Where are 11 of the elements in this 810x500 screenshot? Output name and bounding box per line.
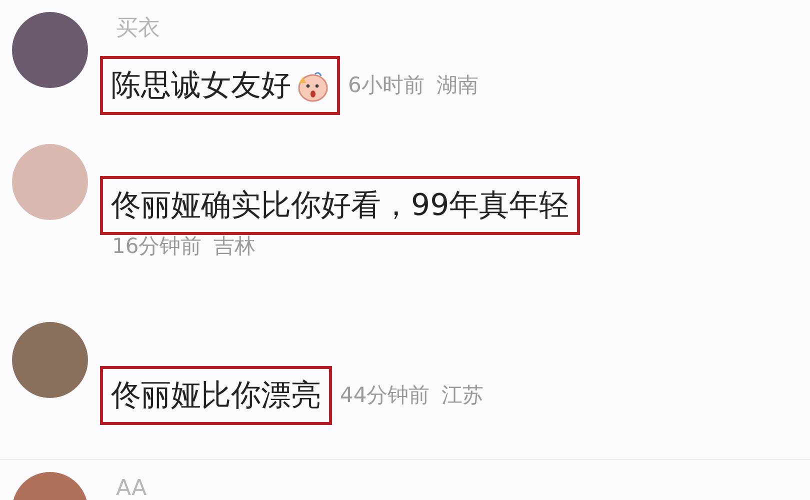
comment-text: 佟丽娅确实比你好看，99年真年轻 [111,187,570,225]
comment-location: 吉林 [214,233,256,260]
comment-location: 湖南 [436,72,478,99]
comment-time: 16分钟前 [112,233,202,260]
comment-text: 陈思诚女友好 [111,67,291,105]
comment-text: 佟丽娅比你漂亮 [111,377,321,415]
comment-location: 江苏 [442,382,484,409]
username[interactable]: AA [116,476,147,500]
comment-time: 44分钟前 [340,382,430,409]
comment-time: 6小时前 [348,72,424,99]
username[interactable]: 买衣 [116,16,160,41]
